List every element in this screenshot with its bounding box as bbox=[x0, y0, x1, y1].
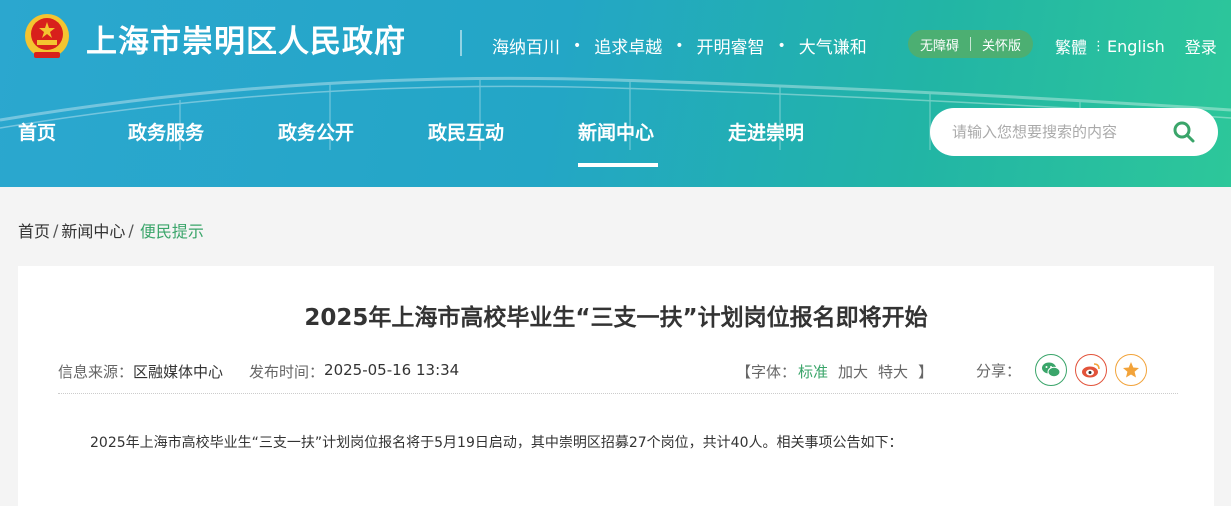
article-meta: 信息来源： 区融媒体中心 发布时间： 2025-05-16 13:34 bbox=[58, 361, 459, 382]
title-divider bbox=[460, 30, 462, 56]
font-large-button[interactable]: 加大 bbox=[838, 361, 868, 382]
accessibility-toggle: 无障碍 关怀版 bbox=[908, 30, 1034, 58]
elder-care-link[interactable]: 关怀版 bbox=[982, 35, 1021, 54]
font-xlarge-button[interactable]: 特大 bbox=[878, 361, 908, 382]
font-label: 【字体： bbox=[736, 363, 797, 381]
slogans: 海纳百川 • 追求卓越 • 开明睿智 • 大气谦和 bbox=[492, 33, 867, 59]
slogan: 海纳百川 bbox=[492, 38, 560, 58]
traditional-chinese-link[interactable]: 繁體 bbox=[1055, 34, 1087, 58]
time-value: 2025-05-16 13:34 bbox=[324, 361, 460, 379]
main-nav: 首页 政务服务 政务公开 政民互动 新闻中心 走进崇明 bbox=[18, 118, 838, 167]
search-input[interactable] bbox=[952, 123, 1172, 141]
top-links: 繁體 ⋮ English 登录 bbox=[1055, 34, 1217, 58]
qzone-icon[interactable] bbox=[1115, 354, 1148, 386]
font-size-control: 【字体： 标准 加大 特大 】 bbox=[736, 361, 933, 382]
english-link[interactable]: English bbox=[1107, 37, 1165, 56]
national-emblem-icon[interactable] bbox=[22, 12, 72, 62]
barrier-free-link[interactable]: 无障碍 bbox=[920, 35, 959, 54]
site-header: 上海市崇明区人民政府 海纳百川 • 追求卓越 • 开明睿智 • 大气谦和 无障碍… bbox=[0, 0, 1231, 187]
breadcrumb-separator: / bbox=[53, 220, 59, 240]
site-title[interactable]: 上海市崇明区人民政府 bbox=[86, 16, 406, 61]
nav-item-disclosure[interactable]: 政务公开 bbox=[278, 118, 428, 166]
dotted-separator: ⋮ bbox=[1092, 38, 1105, 54]
bullet: • bbox=[573, 37, 582, 54]
slogan: 追求卓越 bbox=[594, 38, 663, 58]
search-box bbox=[930, 108, 1218, 156]
article-card: 2025年上海市高校毕业生“三支一扶”计划岗位报名即将开始 信息来源： 区融媒体… bbox=[18, 266, 1214, 506]
slogan: 开明睿智 bbox=[696, 38, 765, 58]
breadcrumb-news[interactable]: 新闻中心 bbox=[61, 218, 125, 242]
article-paragraph: 2025年上海市高校毕业生“三支一扶”计划岗位报名将于5月19日启动，其中崇明区… bbox=[90, 435, 903, 451]
breadcrumb: 首页 / 新闻中心 / 便民提示 bbox=[18, 218, 204, 242]
breadcrumb-separator: / bbox=[128, 220, 134, 240]
nav-item-home[interactable]: 首页 bbox=[18, 118, 128, 166]
article-title: 2025年上海市高校毕业生“三支一扶”计划岗位报名即将开始 bbox=[304, 305, 928, 331]
font-label-close: 】 bbox=[918, 363, 934, 381]
search-icon[interactable] bbox=[1172, 120, 1196, 144]
meta-divider bbox=[58, 393, 1178, 394]
share-bar: 分享： bbox=[976, 354, 1148, 386]
bullet: • bbox=[675, 37, 684, 54]
source-value: 区融媒体中心 bbox=[133, 363, 224, 381]
share-label: 分享： bbox=[976, 361, 1022, 380]
breadcrumb-current[interactable]: 便民提示 bbox=[140, 218, 204, 242]
separator bbox=[970, 37, 972, 51]
nav-item-interaction[interactable]: 政民互动 bbox=[428, 118, 578, 166]
bullet: • bbox=[777, 37, 786, 54]
nav-item-about-chongming[interactable]: 走进崇明 bbox=[728, 118, 838, 166]
wechat-icon[interactable] bbox=[1035, 354, 1068, 386]
time-label: 发布时间： bbox=[249, 363, 325, 381]
nav-item-services[interactable]: 政务服务 bbox=[128, 118, 278, 166]
font-standard-button[interactable]: 标准 bbox=[798, 361, 828, 382]
source-label: 信息来源： bbox=[58, 363, 134, 381]
nav-item-news[interactable]: 新闻中心 bbox=[578, 118, 658, 167]
slogan: 大气谦和 bbox=[798, 38, 867, 58]
breadcrumb-home[interactable]: 首页 bbox=[18, 218, 50, 242]
login-link[interactable]: 登录 bbox=[1185, 34, 1217, 58]
weibo-icon[interactable] bbox=[1075, 354, 1108, 386]
